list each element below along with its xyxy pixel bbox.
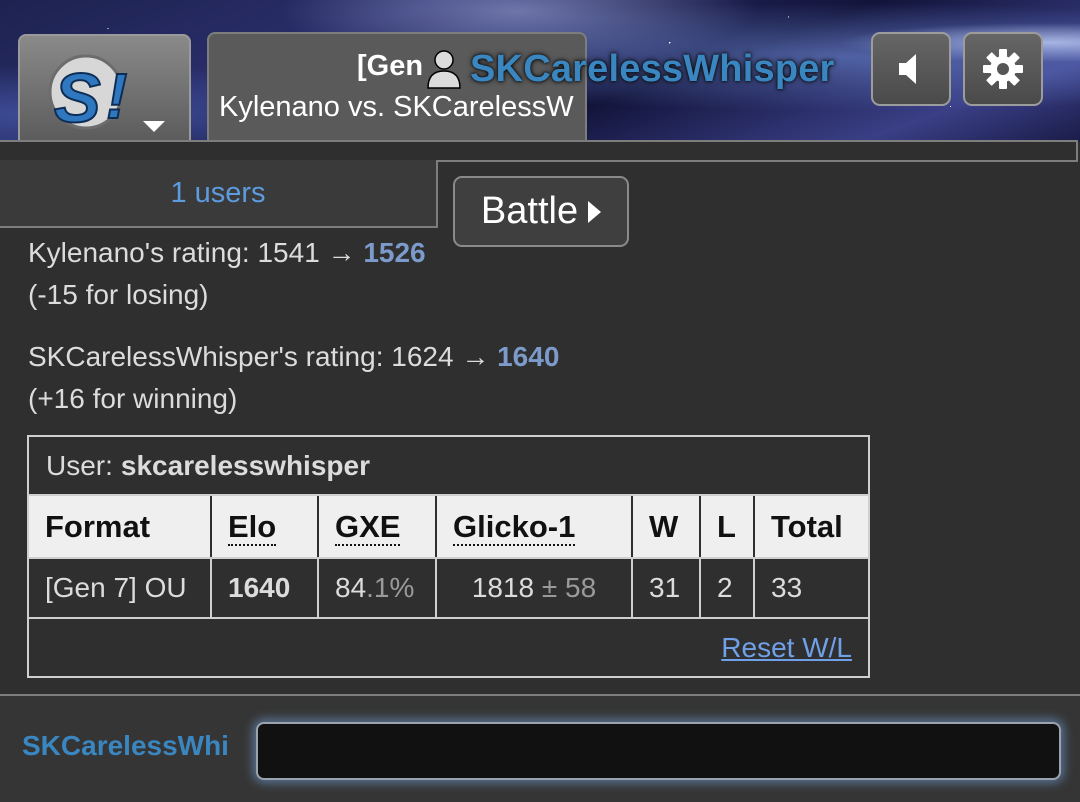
- cell-format: [Gen 7] OU: [29, 558, 212, 619]
- play-arrow-icon: [588, 200, 602, 223]
- gear-icon: [983, 49, 1023, 89]
- col-format: Format: [29, 496, 212, 559]
- new-rating: 1640: [497, 341, 560, 372]
- room-tab-title: Kylenano vs. SKCarelessW: [219, 91, 574, 123]
- cell-losses: 2: [700, 558, 755, 619]
- cell-elo: 1640: [211, 558, 319, 619]
- rating-change-reason: (+16 for winning): [28, 383, 238, 414]
- reset-wl-link[interactable]: Reset W/L: [721, 632, 852, 664]
- rank-user-row: User: skcarelesswhisper: [29, 437, 868, 496]
- svg-text:!: !: [106, 60, 127, 132]
- user-icon: [427, 50, 461, 89]
- rating-change-text: SKCarelessWhisper's rating: 1624 →: [28, 341, 498, 372]
- userlist-count: 1 users: [170, 176, 266, 209]
- ladder-rating-box: User: skcarelesswhisper Format Elo GXE G…: [27, 435, 870, 678]
- main-menu-tab[interactable]: S !: [18, 34, 191, 142]
- col-gxe: GXE: [318, 496, 437, 559]
- ladder-table: Format Elo GXE Glicko-1 W L Total [Gen 7…: [29, 496, 868, 619]
- showdown-logo-icon: S !: [48, 54, 128, 136]
- cell-wins: 31: [632, 558, 701, 619]
- chat-username[interactable]: SKCarelessWhi: [22, 730, 242, 762]
- options-button[interactable]: [963, 32, 1043, 106]
- col-total: Total: [754, 496, 868, 559]
- current-user-button[interactable]: SKCarelessWhisper: [426, 46, 835, 92]
- new-rating: 1526: [363, 237, 426, 268]
- svg-text:S: S: [54, 59, 101, 136]
- col-elo: Elo: [211, 496, 319, 559]
- cell-glicko: 1818 ± 58: [436, 558, 633, 619]
- rating-change-text: Kylenano's rating: 1541 →: [28, 237, 364, 268]
- rank-user-label: User:: [46, 449, 113, 481]
- sound-button[interactable]: [871, 32, 951, 106]
- cell-gxe: 84.1%: [318, 558, 437, 619]
- cell-total: 33: [754, 558, 868, 619]
- chevron-down-icon: [143, 121, 165, 132]
- rating-change-message: Kylenano's rating: 1541 → 1526 (-15 for …: [28, 232, 1028, 316]
- rating-change-reason: (-15 for losing): [28, 279, 209, 310]
- speaker-icon: [899, 54, 916, 84]
- col-losses: L: [700, 496, 755, 559]
- battle-log: Kylenano's rating: 1541 → 1526 (-15 for …: [28, 232, 1028, 440]
- reset-row: Reset W/L: [29, 619, 868, 677]
- col-wins: W: [632, 496, 701, 559]
- room-tab-format: [Gen: [357, 50, 424, 82]
- col-glicko: Glicko-1: [436, 496, 633, 559]
- rank-user-name: skcarelesswhisper: [120, 449, 370, 481]
- room-top-border: [0, 140, 1078, 162]
- current-username: SKCarelessWhisper: [470, 47, 835, 90]
- chat-input[interactable]: [256, 722, 1061, 780]
- battle-button-label: Battle: [480, 190, 579, 232]
- table-header-row: Format Elo GXE Glicko-1 W L Total: [29, 496, 868, 559]
- userlist-toggle[interactable]: 1 users: [0, 160, 438, 228]
- rating-change-message: SKCarelessWhisper's rating: 1624 → 1640 …: [28, 336, 1028, 420]
- table-row: [Gen 7] OU 1640 84.1% 1818 ± 58 31 2 33: [29, 558, 868, 619]
